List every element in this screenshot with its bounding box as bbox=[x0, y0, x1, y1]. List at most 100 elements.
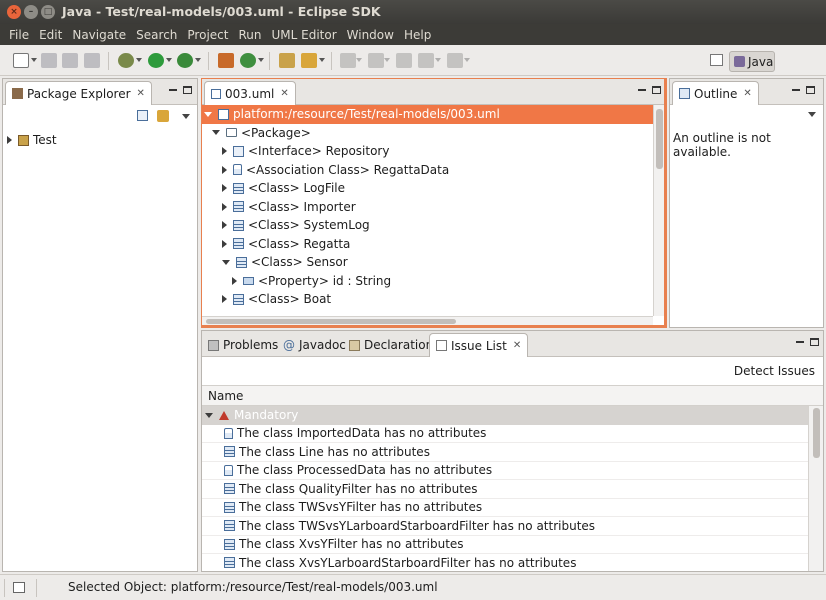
issue-group-mandatory[interactable]: Mandatory bbox=[202, 406, 808, 425]
tab-outline[interactable]: Outline ✕ bbox=[672, 81, 759, 105]
expand-icon[interactable] bbox=[222, 221, 227, 230]
editor-vertical-scroll-thumb[interactable] bbox=[656, 109, 663, 169]
close-icon[interactable]: ✕ bbox=[513, 340, 521, 351]
tree-row-package[interactable]: <Package> bbox=[202, 124, 653, 143]
minimize-icon[interactable] bbox=[792, 89, 800, 91]
issue-row[interactable]: The class ImportedData has no attributes bbox=[202, 425, 808, 443]
editor-horizontal-scrollbar[interactable] bbox=[202, 316, 653, 325]
issue-list-scroll-thumb[interactable] bbox=[813, 408, 820, 458]
issue-row[interactable]: The class XvsYLarboardStarboardFilter ha… bbox=[202, 554, 808, 571]
next-annotation-dropdown-arrow-icon[interactable] bbox=[356, 58, 362, 62]
tree-row-interface-repository[interactable]: <Interface> Repository bbox=[202, 142, 653, 161]
close-icon[interactable]: ✕ bbox=[280, 88, 288, 99]
tree-item-test[interactable]: Test bbox=[3, 131, 197, 150]
tree-row-class-sensor[interactable]: <Class> Sensor bbox=[202, 253, 653, 272]
minimize-icon[interactable] bbox=[169, 89, 177, 91]
detect-issues-button[interactable]: Detect Issues bbox=[734, 364, 815, 378]
expand-icon[interactable] bbox=[222, 295, 227, 304]
menu-run[interactable]: Run bbox=[233, 28, 266, 42]
back-icon[interactable] bbox=[418, 53, 434, 68]
maximize-icon[interactable] bbox=[652, 86, 661, 94]
save-icon[interactable] bbox=[41, 53, 57, 68]
maximize-icon[interactable] bbox=[183, 86, 192, 94]
expand-icon[interactable] bbox=[222, 147, 227, 156]
collapse-all-icon[interactable] bbox=[137, 110, 148, 121]
column-header-name[interactable]: Name bbox=[208, 389, 243, 403]
menu-search[interactable]: Search bbox=[131, 28, 182, 42]
view-menu-icon[interactable] bbox=[808, 112, 816, 117]
tab-javadoc[interactable]: @ Javadoc bbox=[277, 333, 352, 357]
expand-icon[interactable] bbox=[222, 184, 227, 193]
tab-003-uml[interactable]: 003.uml ✕ bbox=[204, 81, 296, 105]
tab-declaration[interactable]: Declaration bbox=[343, 333, 439, 357]
collapse-icon[interactable] bbox=[205, 412, 213, 418]
expand-icon[interactable] bbox=[7, 136, 12, 145]
issue-row[interactable]: The class QualityFilter has no attribute… bbox=[202, 480, 808, 499]
open-perspective-icon[interactable] bbox=[710, 54, 723, 66]
minimize-icon[interactable] bbox=[638, 89, 646, 91]
issue-row[interactable]: The class Line has no attributes bbox=[202, 443, 808, 462]
tab-issue-list[interactable]: Issue List ✕ bbox=[429, 333, 529, 357]
new-icon[interactable] bbox=[13, 53, 29, 68]
forward-dropdown-arrow-icon[interactable] bbox=[464, 58, 470, 62]
collapse-icon[interactable] bbox=[204, 111, 212, 117]
run-dropdown-arrow-icon[interactable] bbox=[166, 58, 172, 62]
next-annotation-icon[interactable] bbox=[340, 53, 356, 68]
run-icon[interactable] bbox=[148, 53, 164, 68]
tree-row-class-regatta[interactable]: <Class> Regatta bbox=[202, 235, 653, 254]
issue-list-vertical-scrollbar[interactable] bbox=[808, 406, 823, 571]
tab-package-explorer[interactable]: Package Explorer ✕ bbox=[5, 81, 152, 105]
link-with-editor-icon[interactable] bbox=[157, 110, 169, 122]
editor-vertical-scrollbar[interactable] bbox=[653, 105, 664, 316]
print-icon[interactable] bbox=[84, 53, 100, 68]
editor-horizontal-scroll-thumb[interactable] bbox=[206, 319, 456, 324]
issue-row[interactable]: The class XvsYFilter has no attributes bbox=[202, 536, 808, 554]
tree-row-class-systemlog[interactable]: <Class> SystemLog bbox=[202, 216, 653, 235]
expand-icon[interactable] bbox=[222, 202, 227, 211]
menu-project[interactable]: Project bbox=[182, 28, 233, 42]
forward-icon[interactable] bbox=[447, 53, 463, 68]
menu-file[interactable]: File bbox=[4, 28, 34, 42]
debug-dropdown-arrow-icon[interactable] bbox=[136, 58, 142, 62]
expand-icon[interactable] bbox=[222, 165, 227, 174]
maximize-icon[interactable] bbox=[806, 86, 815, 94]
issue-row[interactable]: The class TWSvsYFilter has no attributes bbox=[202, 499, 808, 517]
tab-problems[interactable]: Problems bbox=[202, 333, 284, 357]
search-dropdown-arrow-icon[interactable] bbox=[319, 58, 325, 62]
previous-annotation-icon[interactable] bbox=[368, 53, 384, 68]
tree-row-class-importer[interactable]: <Class> Importer bbox=[202, 198, 653, 217]
tree-row-property-id[interactable]: <Property> id : String bbox=[202, 272, 653, 291]
menu-edit[interactable]: Edit bbox=[34, 28, 67, 42]
issue-row[interactable]: The class TWSvsYLarboardStarboardFilter … bbox=[202, 517, 808, 536]
menu-uml-editor[interactable]: UML Editor bbox=[266, 28, 341, 42]
debug-icon[interactable] bbox=[118, 53, 134, 68]
expand-icon[interactable] bbox=[222, 239, 227, 248]
menu-navigate[interactable]: Navigate bbox=[67, 28, 131, 42]
open-type-icon[interactable] bbox=[279, 53, 295, 68]
external-tools-icon[interactable] bbox=[177, 53, 193, 68]
new-class-icon[interactable] bbox=[240, 53, 256, 68]
save-all-icon[interactable] bbox=[62, 53, 78, 68]
previous-annotation-dropdown-arrow-icon[interactable] bbox=[384, 58, 390, 62]
new-dropdown-arrow-icon[interactable] bbox=[31, 58, 37, 62]
window-close-button[interactable]: × bbox=[7, 5, 21, 19]
minimize-icon[interactable] bbox=[796, 341, 804, 343]
collapse-icon[interactable] bbox=[222, 259, 230, 265]
window-maximize-button[interactable]: □ bbox=[41, 5, 55, 19]
issue-row[interactable]: The class ProcessedData has no attribute… bbox=[202, 462, 808, 480]
close-icon[interactable]: ✕ bbox=[137, 88, 145, 99]
tree-row-association-class-regattadata[interactable]: <Association Class> RegattaData bbox=[202, 161, 653, 180]
tree-row-class-logfile[interactable]: <Class> LogFile bbox=[202, 179, 653, 198]
new-class-dropdown-arrow-icon[interactable] bbox=[258, 58, 264, 62]
close-icon[interactable]: ✕ bbox=[743, 88, 751, 99]
menu-window[interactable]: Window bbox=[342, 28, 399, 42]
search-icon[interactable] bbox=[301, 53, 317, 68]
back-dropdown-arrow-icon[interactable] bbox=[435, 58, 441, 62]
collapse-icon[interactable] bbox=[212, 130, 220, 136]
last-edit-location-icon[interactable] bbox=[396, 53, 412, 68]
fast-view-icon[interactable] bbox=[13, 582, 25, 593]
external-tools-dropdown-arrow-icon[interactable] bbox=[195, 58, 201, 62]
new-java-project-icon[interactable] bbox=[218, 53, 234, 68]
expand-icon[interactable] bbox=[232, 276, 237, 285]
maximize-icon[interactable] bbox=[810, 338, 819, 346]
